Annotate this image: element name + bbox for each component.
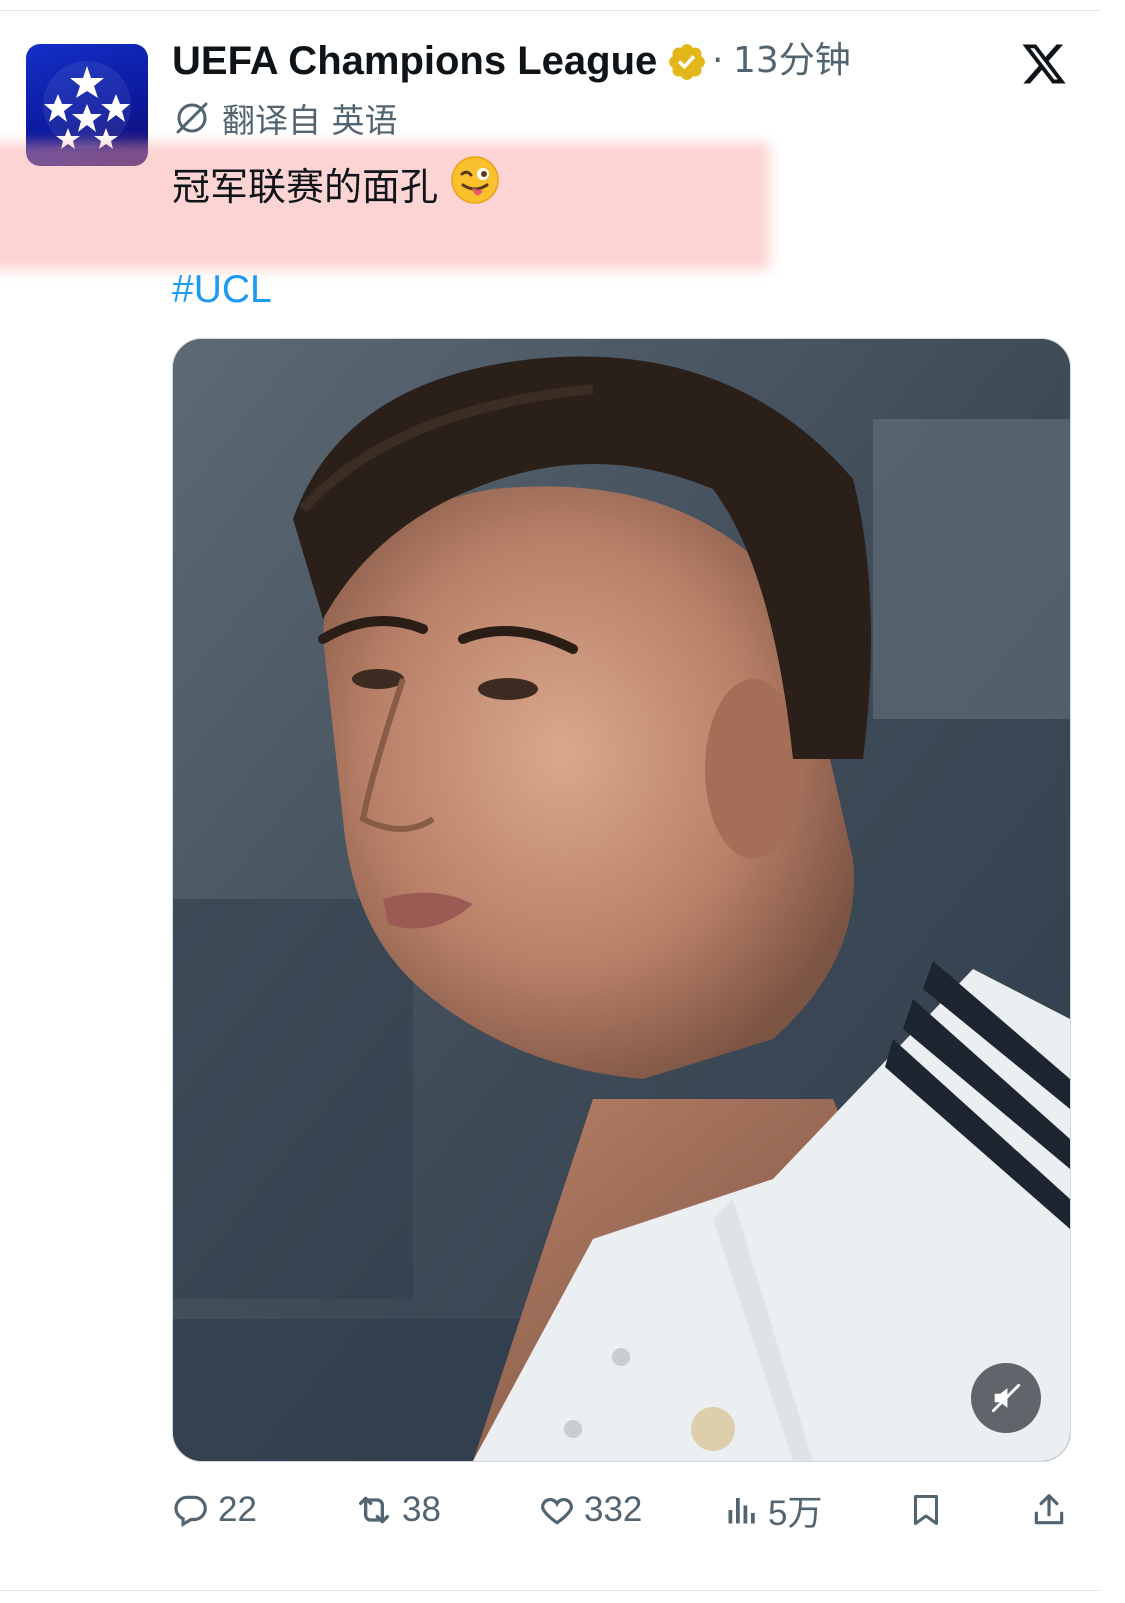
bookmark-button[interactable] bbox=[908, 1484, 944, 1536]
like-button[interactable]: 332 bbox=[538, 1484, 642, 1536]
hashtag-link[interactable]: #UCL bbox=[172, 266, 272, 314]
bookmark-icon bbox=[914, 1495, 938, 1525]
translate-icon bbox=[176, 102, 208, 134]
separator-dot: · bbox=[712, 40, 724, 81]
divider-bottom bbox=[0, 1590, 1100, 1591]
translation-label: 翻译自 英语 bbox=[222, 101, 398, 140]
x-logo-icon[interactable] bbox=[1020, 40, 1068, 92]
reply-button[interactable]: 22 bbox=[172, 1484, 257, 1536]
mute-icon bbox=[991, 1383, 1021, 1413]
starball-logo bbox=[43, 61, 131, 149]
tweet-text: 冠军联赛的面孔 bbox=[172, 155, 500, 219]
timestamp[interactable]: 13分钟 bbox=[733, 38, 851, 84]
like-count: 332 bbox=[584, 1490, 643, 1529]
winking-tongue-emoji-icon bbox=[451, 156, 499, 204]
verified-badge-icon bbox=[666, 41, 708, 87]
views-button[interactable]: 5万 bbox=[724, 1484, 822, 1536]
video-frame bbox=[173, 339, 1070, 1461]
tweet-card: UEFA Champions League · 13分钟 翻译自 英语 冠军联赛… bbox=[0, 0, 1125, 1603]
mute-button[interactable] bbox=[971, 1363, 1041, 1433]
repost-icon bbox=[359, 1496, 389, 1524]
views-icon bbox=[728, 1498, 755, 1524]
share-button[interactable] bbox=[1030, 1484, 1068, 1536]
reply-count: 22 bbox=[218, 1490, 257, 1529]
tweet-text-content: 冠军联赛的面孔 bbox=[172, 165, 439, 209]
account-name[interactable]: UEFA Champions League bbox=[172, 38, 657, 84]
tweet-emoji bbox=[450, 155, 500, 219]
like-icon bbox=[541, 1497, 573, 1525]
action-bar: 22 38 332 5万 bbox=[172, 1484, 1072, 1536]
divider-top bbox=[0, 10, 1100, 11]
translation-notice[interactable]: 翻译自 英语 bbox=[172, 96, 398, 140]
repost-button[interactable]: 38 bbox=[354, 1484, 441, 1536]
share-icon bbox=[1034, 1494, 1064, 1525]
repost-count: 38 bbox=[402, 1490, 441, 1529]
views-count: 5万 bbox=[768, 1493, 823, 1533]
reply-icon bbox=[174, 1495, 207, 1528]
video-player[interactable] bbox=[172, 338, 1071, 1462]
